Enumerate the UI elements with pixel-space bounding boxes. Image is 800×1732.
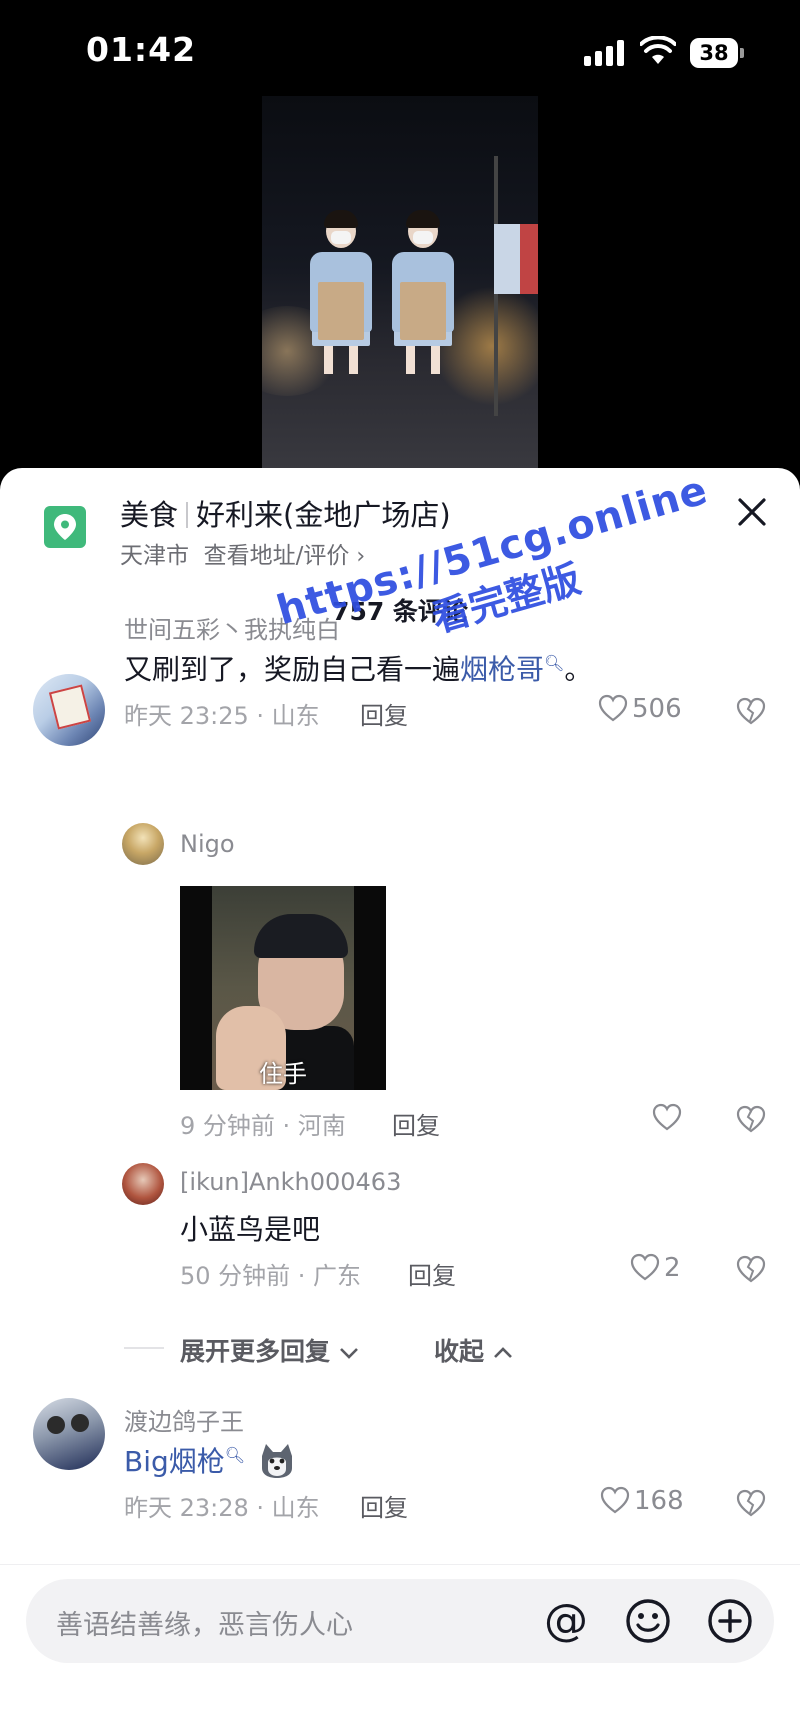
comment-meta: 昨天 23:25 · 山东 [124,702,320,730]
reply-button[interactable]: 回复 [392,1106,440,1141]
input-placeholder: 善语结善缘，恶言伤人心 [56,1610,353,1641]
video-person [392,210,454,374]
poi-category: 美食 [120,498,179,532]
battery-level: 38 [690,38,738,68]
sticker-caption: 住手 [259,1060,307,1088]
battery-icon: 38 [690,38,744,68]
chevron-right-icon: › [349,544,366,569]
comments-sheet: 美食 好利来(金地广场店) 天津市 查看地址/评价 › 757 条评论 世间五彩丶… [0,468,800,1732]
avatar[interactable] [33,674,105,746]
reply-meta: 50 分钟前 · 广东 [180,1262,362,1290]
comment-username[interactable]: 世间五彩丶我执纯白 [124,610,340,645]
plus-icon[interactable] [704,1595,756,1647]
dislike-icon[interactable] [736,697,766,725]
expand-replies-button[interactable]: 展开更多回复 [180,1332,359,1368]
comment-meta: 昨天 23:28 · 山东 [124,1494,320,1522]
like-button[interactable]: 168 [600,1486,684,1516]
chevron-up-icon [493,1347,512,1358]
reply-button[interactable]: 回复 [408,1256,456,1291]
emoji-icon[interactable] [622,1595,674,1647]
reply-button[interactable]: 回复 [360,696,408,731]
reply-meta: 9 分钟前 · 河南 [180,1112,346,1140]
wifi-icon [640,36,676,64]
search-link[interactable]: Big烟枪 [124,1445,225,1478]
svg-text:@: @ [544,1595,588,1646]
poi-title[interactable]: 美食 好利来(金地广场店) [120,492,451,534]
poi-name: 好利来(金地广场店) [196,498,451,532]
avatar[interactable] [33,1398,105,1470]
comment-text: 又刷到了，奖励自己看一遍烟枪哥🔍︎。 [124,653,593,686]
video-preview[interactable] [262,96,538,476]
search-icon: 🔍︎ [224,1445,246,1465]
comment-input-bar: 善语结善缘，恶言伤人心 @ [0,1564,800,1732]
dislike-icon[interactable] [736,1255,766,1283]
poi-subtitle[interactable]: 天津市 查看地址/评价 › [120,536,365,570]
like-button[interactable]: 2 [630,1253,681,1283]
reply-username[interactable]: Nigo [180,830,235,858]
close-icon[interactable] [734,494,770,530]
husky-emoji [262,1444,292,1478]
poi-address-link[interactable]: 查看地址/评价 [204,543,350,569]
status-time: 01:42 [86,30,197,69]
reply-username[interactable]: [ikun]Ankh000463 [180,1168,401,1196]
comment-input[interactable]: 善语结善缘，恶言伤人心 @ [26,1579,774,1663]
like-count: 2 [664,1253,681,1283]
like-count: 506 [632,694,682,724]
location-pin-icon[interactable] [44,506,86,548]
heart-icon [598,694,628,722]
sticker-image[interactable]: 住手 [180,886,386,1090]
reply-button[interactable]: 回复 [360,1488,408,1523]
dislike-icon[interactable] [736,1489,766,1517]
like-button[interactable]: 506 [598,694,682,724]
heart-icon [600,1486,630,1514]
collapse-replies-button[interactable]: 收起 [434,1332,513,1368]
heart-icon [630,1253,660,1281]
chevron-down-icon [339,1348,358,1359]
heart-icon [652,1103,682,1131]
search-icon: 🔍︎ [544,653,565,673]
search-link[interactable]: 烟枪哥 [460,653,544,686]
signal-icon [584,40,626,66]
avatar[interactable] [122,1163,164,1205]
like-button[interactable] [652,1103,686,1133]
at-icon[interactable]: @ [540,1595,592,1647]
dislike-icon[interactable] [736,1105,766,1133]
status-bar: 01:42 38 [0,0,800,96]
divider [124,1347,164,1349]
poi-city: 天津市 [120,543,189,569]
video-person [310,210,372,374]
comment-username[interactable]: 渡边鸽子王 [124,1402,244,1437]
comment-count: 757 条评论 [332,597,468,626]
like-count: 168 [634,1486,684,1516]
reply-text: 小蓝鸟是吧 [180,1213,321,1246]
comment-text: Big烟枪🔍︎ [124,1440,245,1480]
avatar[interactable] [122,823,164,865]
